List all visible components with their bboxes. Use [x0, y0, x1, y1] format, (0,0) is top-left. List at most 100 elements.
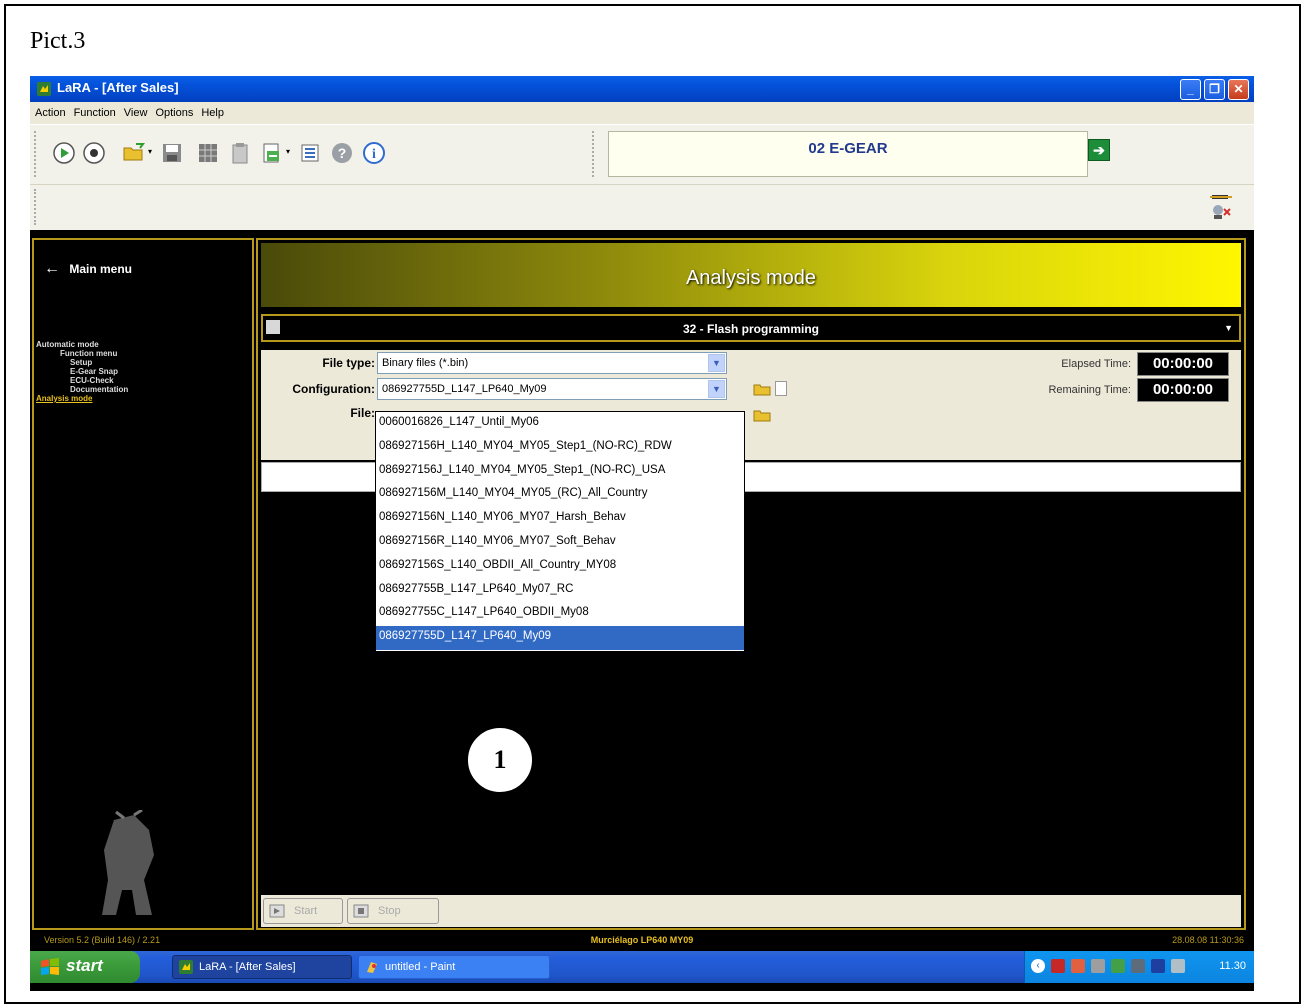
menu-help[interactable]: Help: [196, 102, 227, 119]
windows-flag-icon: [41, 958, 59, 975]
task-paint[interactable]: untitled - Paint: [358, 955, 550, 979]
menu-options[interactable]: Options: [150, 102, 196, 119]
system-tray: ‹ 11.30: [1024, 951, 1254, 983]
sidebar-item-documentation[interactable]: Documentation: [36, 385, 128, 394]
main-toolbar: ▾ ▾ ? i 02 E-GEAR ➔: [30, 124, 1254, 184]
tray-app-icon-2[interactable]: [1071, 959, 1085, 973]
remaining-time-value: 00:00:00: [1137, 378, 1229, 402]
lamborghini-app-icon: [37, 82, 51, 96]
stop-label: Stop: [378, 905, 401, 917]
file-type-dropdown-icon[interactable]: ▼: [708, 354, 725, 372]
start-label: Start: [294, 905, 318, 917]
lara-task-icon: [179, 960, 193, 974]
info-icon[interactable]: i: [362, 141, 386, 165]
sidebar-item-function-menu[interactable]: Function menu: [36, 349, 128, 358]
dropdown-option[interactable]: 086927755B_L147_LP640_My07_RC: [376, 579, 744, 603]
dropdown-option[interactable]: 086927156R_L140_MY06_MY07_Soft_Behav: [376, 531, 744, 555]
tray-app-icon-1[interactable]: [1051, 959, 1065, 973]
help-icon[interactable]: ?: [330, 141, 354, 165]
function-selector[interactable]: 32 - Flash programming ▼: [261, 314, 1241, 342]
sidebar-menu: Automatic mode Function menu Setup E-Gea…: [36, 340, 128, 403]
task-lara-label: LaRA - [After Sales]: [199, 961, 296, 973]
vehicle-text: Murciélago LP640 MY09: [590, 935, 694, 945]
save-icon[interactable]: [160, 141, 184, 165]
svg-text:?: ?: [338, 145, 347, 161]
main-menu-label: Main menu: [69, 262, 133, 276]
tray-network-icon[interactable]: [1131, 959, 1145, 973]
start-menu-button[interactable]: start: [30, 951, 140, 983]
tray-app-icon-4[interactable]: [1111, 959, 1125, 973]
tray-app-icon-3[interactable]: [1091, 959, 1105, 973]
clipboard-icon[interactable]: [228, 141, 252, 165]
dropdown-option[interactable]: 086927156S_L140_OBDII_All_Country_MY08: [376, 555, 744, 579]
title-bar[interactable]: LaRA - [After Sales] _ ❐ ✕: [30, 76, 1254, 102]
file-type-select[interactable]: Binary files (*.bin) ▼: [377, 352, 727, 374]
menu-function[interactable]: Function: [69, 102, 119, 119]
start-label: start: [66, 956, 103, 975]
open-folder-icon[interactable]: [753, 382, 771, 396]
close-button[interactable]: ✕: [1228, 79, 1249, 100]
tray-battery-icon[interactable]: [1151, 959, 1165, 973]
dropdown-option-selected[interactable]: 086927755D_L147_LP640_My09: [376, 626, 744, 650]
dropdown-option[interactable]: 086927156N_L140_MY06_MY07_Harsh_Behav: [376, 507, 744, 531]
dropdown-option[interactable]: 086927755C_L147_LP640_OBDII_My08: [376, 602, 744, 626]
open-file-folder-icon[interactable]: [753, 408, 771, 422]
picture-caption: Pict.3: [30, 28, 86, 54]
dropdown-option[interactable]: 086927156H_L140_MY04_MY05_Step1_(NO-RC)_…: [376, 436, 744, 460]
start-button[interactable]: Start: [263, 898, 343, 924]
timestamp-text: 28.08.08 11:30:36: [1172, 935, 1244, 945]
module-name: 02 E-GEAR: [808, 140, 888, 157]
minimize-button[interactable]: _: [1180, 79, 1201, 100]
export-icon[interactable]: [260, 141, 284, 165]
file-type-value: Binary files (*.bin): [382, 357, 469, 369]
file-label: File:: [350, 406, 375, 420]
sidebar-item-egear-snap[interactable]: E-Gear Snap: [36, 367, 128, 376]
toolbar-grip-2[interactable]: [592, 131, 595, 177]
chevron-down-icon[interactable]: ▼: [1224, 323, 1233, 333]
sidebar-item-ecu-check[interactable]: ECU-Check: [36, 376, 128, 385]
bull-logo-icon: [102, 810, 154, 915]
sidebar: ← Main menu Automatic mode Function menu…: [32, 238, 254, 930]
connection-status-icon[interactable]: [1208, 193, 1234, 221]
task-paint-label: untitled - Paint: [385, 961, 456, 973]
grid-icon[interactable]: [196, 141, 220, 165]
dropdown-option[interactable]: 0060016826_L147_Until_My06: [376, 412, 744, 436]
stop-icon: [353, 904, 369, 918]
toolbar2-grip[interactable]: [34, 189, 37, 225]
stop-button[interactable]: Stop: [347, 898, 439, 924]
toolbar-grip[interactable]: [34, 131, 37, 177]
dropdown-option[interactable]: 086927156M_L140_MY04_MY05_(RC)_All_Count…: [376, 483, 744, 507]
menu-action[interactable]: Action: [30, 102, 69, 119]
paint-task-icon: [367, 962, 377, 973]
configuration-select[interactable]: 086927755D_L147_LP640_My09 ▼: [377, 378, 727, 400]
task-lara[interactable]: LaRA - [After Sales]: [172, 955, 352, 979]
open-dropdown-icon[interactable]: ▾: [148, 147, 152, 156]
open-folder-icon[interactable]: [122, 141, 146, 165]
list-icon[interactable]: [298, 141, 322, 165]
mode-header: Analysis mode: [261, 243, 1241, 307]
sidebar-item-analysis-mode[interactable]: Analysis mode: [36, 394, 128, 403]
export-dropdown-icon[interactable]: ▾: [286, 147, 290, 156]
taskbar: start LaRA - [After Sales] untitled - Pa…: [30, 951, 1254, 983]
go-arrow-button[interactable]: ➔: [1088, 139, 1110, 161]
main-menu-link[interactable]: ← Main menu: [44, 260, 132, 278]
play-icon[interactable]: [52, 141, 76, 165]
tray-expand-icon[interactable]: ‹: [1031, 959, 1045, 973]
mode-title: Analysis mode: [685, 267, 817, 289]
sidebar-item-setup[interactable]: Setup: [36, 358, 128, 367]
svg-text:i: i: [372, 147, 376, 162]
restore-button[interactable]: ❐: [1204, 79, 1225, 100]
configuration-dropdown-icon[interactable]: ▼: [708, 380, 725, 398]
action-bar: Start Stop: [261, 895, 1241, 927]
function-title: 32 - Flash programming: [682, 322, 820, 336]
elapsed-time-label: Elapsed Time:: [1061, 358, 1131, 370]
dropdown-option[interactable]: 086927156J_L140_MY04_MY05_Step1_(NO-RC)_…: [376, 460, 744, 484]
window-title: LaRA - [After Sales]: [57, 80, 179, 95]
menu-view[interactable]: View: [119, 102, 151, 119]
configuration-dropdown-list: 0060016826_L147_Until_My06 086927156H_L1…: [375, 411, 745, 652]
new-document-icon[interactable]: [775, 381, 787, 396]
remaining-time-label: Remaining Time:: [1048, 384, 1131, 396]
tray-monitor-icon[interactable]: [1171, 959, 1185, 973]
stop-icon[interactable]: [82, 141, 106, 165]
sidebar-item-automatic-mode[interactable]: Automatic mode: [36, 340, 128, 349]
